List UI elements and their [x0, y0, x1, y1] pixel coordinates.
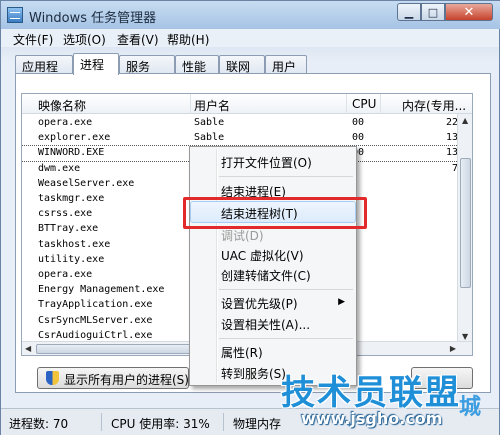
- ctx-uac-virtualization[interactable]: UAC 虚拟化(V): [221, 247, 304, 264]
- task-manager-window: Windows 任务管理器 ▁ □ ✕ 文件(F) 选项(O) 查看(V) 帮助…: [0, 0, 500, 435]
- cell-memory: 22: [445, 117, 458, 128]
- submenu-arrow-icon: ▶: [338, 297, 345, 307]
- ctx-go-to-service[interactable]: 转到服务(S): [221, 365, 286, 382]
- ctx-properties[interactable]: 属性(R): [221, 344, 263, 361]
- tab-processes[interactable]: 进程: [73, 53, 119, 75]
- cell-memory: 13: [445, 132, 458, 144]
- cell-cpu: 00: [352, 117, 365, 128]
- task-manager-icon: [7, 7, 23, 23]
- cell-memory: 13: [445, 147, 458, 159]
- uac-shield-icon: [46, 371, 59, 385]
- cell-image-name: opera.exe: [38, 269, 93, 280]
- cell-image-name: taskhost.exe: [38, 238, 111, 250]
- cell-memory: 7: [451, 162, 458, 174]
- title-bar[interactable]: Windows 任务管理器 ▁ □ ✕: [1, 1, 500, 29]
- ctx-set-priority-label: 设置优先级(P): [221, 297, 298, 311]
- ctx-separator: [219, 338, 353, 339]
- menu-file[interactable]: 文件(F): [13, 31, 53, 48]
- watermark-main: 技术员联盟: [281, 373, 461, 413]
- ctx-set-priority[interactable]: 设置优先级(P) ▶: [221, 295, 353, 312]
- tab-services[interactable]: 服务: [119, 55, 175, 74]
- cell-image-name: WINWORD.EXE: [38, 147, 105, 159]
- table-row[interactable]: explorer.exe Sable 00 13: [22, 131, 458, 146]
- list-header: 映像名称 用户名 CPU 内存(专用...: [22, 94, 472, 114]
- cell-image-name: csrss.exe: [38, 208, 93, 220]
- show-all-users-button[interactable]: 显示所有用户的进程(S): [37, 367, 189, 389]
- scroll-left-icon[interactable]: ◀: [25, 344, 31, 353]
- cell-image-name: BTTray.exe: [38, 223, 99, 235]
- menu-help[interactable]: 帮助(H): [167, 31, 209, 48]
- scroll-down-icon[interactable]: ▼: [462, 332, 468, 341]
- watermark: 技术员联盟 城 www.jsgho.com: [281, 365, 500, 435]
- tab-users[interactable]: 用户: [265, 55, 307, 74]
- cell-image-name: CsrAudioguiCtrl.exe: [38, 329, 153, 341]
- cell-user-name: Sable: [194, 117, 225, 128]
- cell-user-name: Sable: [194, 132, 225, 144]
- cell-cpu: 00: [352, 132, 365, 144]
- maximize-button[interactable]: □: [421, 3, 445, 21]
- column-cpu[interactable]: CPU: [352, 97, 378, 111]
- scroll-right-icon[interactable]: ▶: [450, 344, 456, 353]
- cell-image-name: opera.exe: [38, 117, 93, 128]
- column-user-name[interactable]: 用户名: [194, 97, 344, 114]
- vertical-scrollbar[interactable]: ▲ ▼: [457, 114, 472, 343]
- menu-bar: 文件(F) 选项(O) 查看(V) 帮助(H): [1, 29, 499, 47]
- status-cpu-usage: CPU 使用率: 31%: [111, 417, 210, 431]
- column-memory[interactable]: 内存(专用...: [402, 97, 472, 114]
- ctx-debug: 调试(D): [221, 229, 264, 243]
- table-row[interactable]: opera.exe Sable 00 22: [22, 116, 458, 131]
- close-button[interactable]: ✕: [445, 3, 493, 21]
- watermark-url: www.jsgho.com: [301, 409, 443, 428]
- ctx-set-affinity[interactable]: 设置相关性(A)...: [221, 316, 310, 333]
- scroll-up-icon[interactable]: ▲: [462, 116, 468, 125]
- cell-image-name: taskmgr.exe: [38, 193, 105, 204]
- cell-image-name: dwm.exe: [38, 162, 81, 174]
- cell-image-name: TrayApplication.exe: [38, 299, 153, 311]
- ctx-create-dump[interactable]: 创建转储文件(C): [221, 267, 311, 284]
- status-physical-memory: 物理内存: [233, 417, 282, 431]
- tab-applications[interactable]: 应用程序: [15, 55, 73, 91]
- cell-image-name: explorer.exe: [38, 132, 111, 144]
- column-image-name[interactable]: 映像名称: [38, 97, 188, 114]
- cell-image-name: Energy Management.exe: [38, 284, 165, 296]
- cell-image-name: utility.exe: [38, 253, 105, 265]
- tab-performance[interactable]: 性能: [175, 55, 219, 74]
- ctx-open-file-location[interactable]: 打开文件位置(O): [221, 154, 312, 171]
- watermark-side: 城: [459, 395, 482, 420]
- cell-image-name: CsrSyncMLServer.exe: [38, 314, 153, 326]
- show-all-users-label: 显示所有用户的进程(S): [64, 373, 189, 387]
- context-menu: [189, 146, 357, 386]
- menu-options[interactable]: 选项(O): [63, 31, 106, 48]
- ctx-separator: [219, 289, 353, 290]
- tab-networking[interactable]: 联网: [219, 55, 265, 74]
- status-process-count: 进程数: 70: [9, 417, 69, 431]
- minimize-button[interactable]: ▁: [397, 3, 421, 21]
- highlight-annotation-box: [183, 197, 367, 229]
- vertical-scroll-thumb[interactable]: [460, 158, 471, 288]
- ctx-separator: [219, 176, 353, 177]
- window-title: Windows 任务管理器: [29, 11, 157, 26]
- cell-image-name: WeaselServer.exe: [38, 177, 135, 189]
- menu-view[interactable]: 查看(V): [117, 31, 159, 48]
